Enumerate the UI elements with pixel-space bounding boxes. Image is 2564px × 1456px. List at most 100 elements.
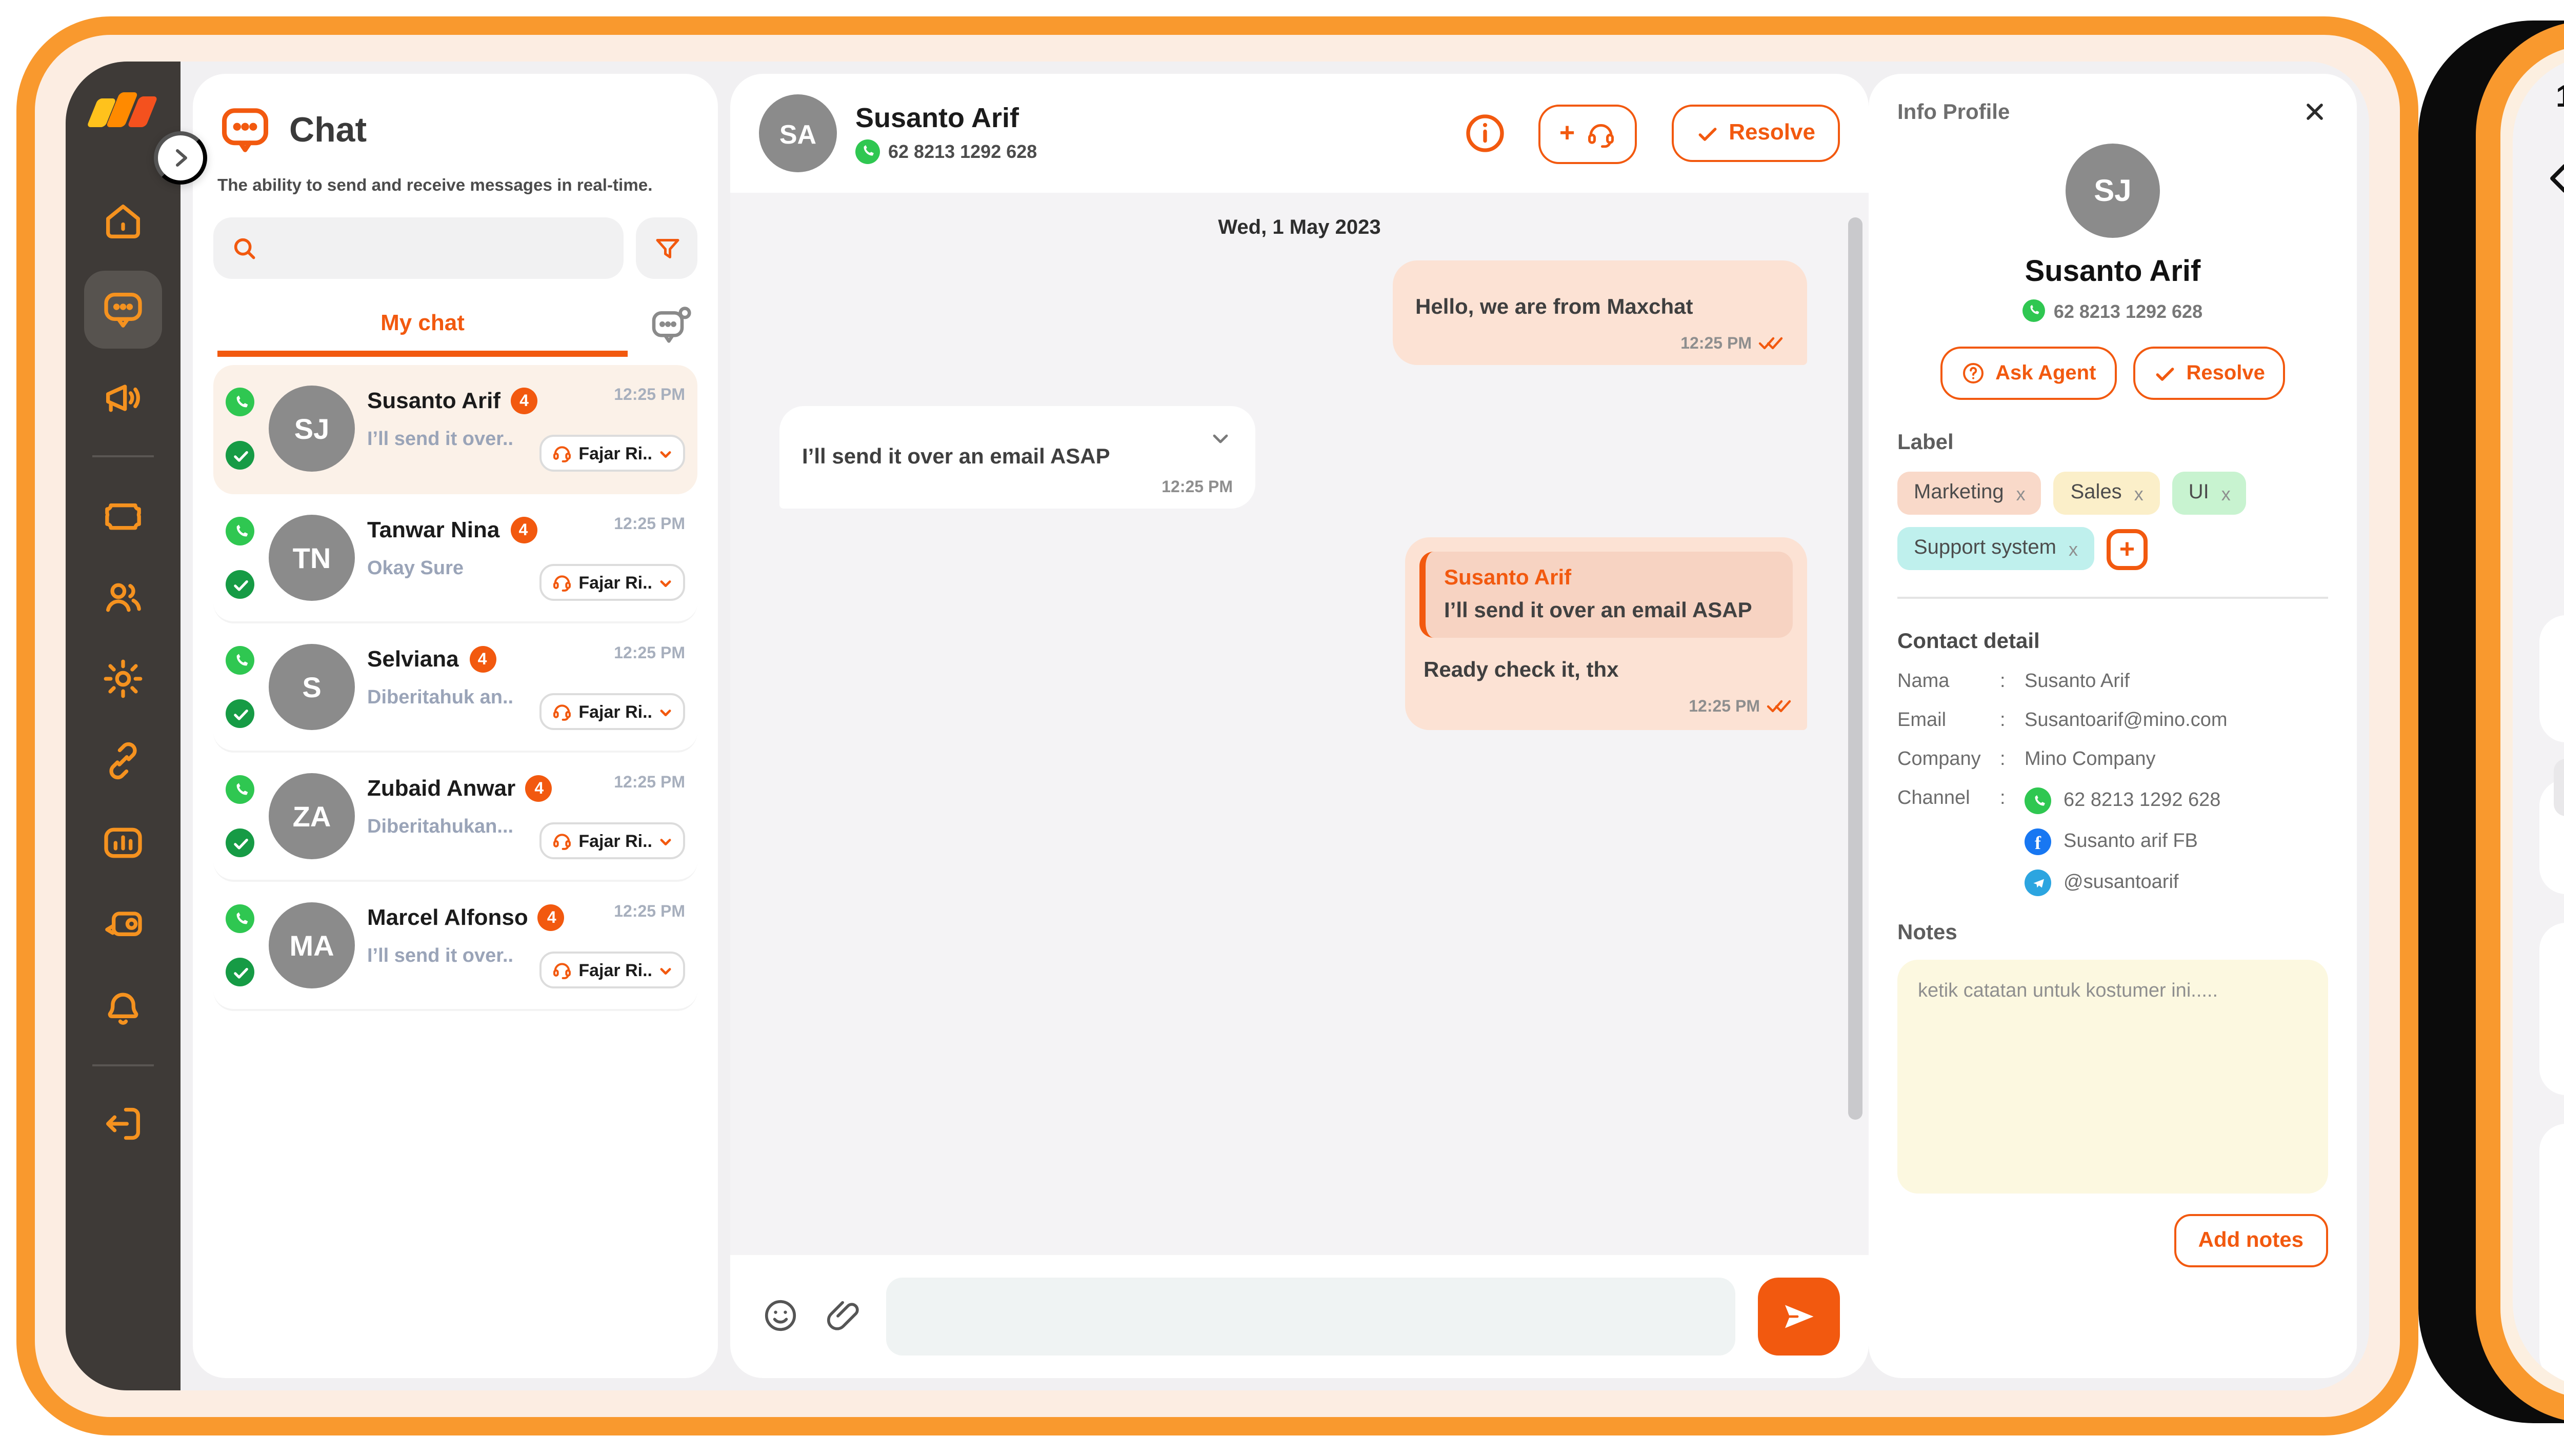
resolved-check-icon	[226, 958, 254, 986]
quoted-message: Susanto Arif I’ll send it over an email …	[1419, 552, 1793, 638]
whatsapp-icon	[2023, 299, 2046, 322]
outgoing-reply-message: Susanto Arif I’ll send it over an email …	[1405, 538, 1807, 731]
tag-marketing[interactable]: Marketingx	[1897, 472, 2042, 515]
field-label: Nama	[1897, 671, 2000, 693]
contacts-icon[interactable]	[98, 572, 148, 621]
resolve-label: Resolve	[1729, 121, 1815, 146]
contact-name: Zubaid Anwar	[367, 776, 515, 801]
emoji-button[interactable]	[759, 1296, 800, 1337]
filter-button[interactable]	[636, 217, 697, 279]
date-divider: Wed, 1 May 2023	[767, 217, 1832, 240]
remove-tag-icon[interactable]: x	[2221, 483, 2231, 503]
conversation-panel: SA Susanto Arif 62 8213 1292 628	[730, 74, 1869, 1378]
status-date-card: Mar 1, 2023	[2539, 779, 2564, 894]
panel-title: Chat	[289, 110, 367, 151]
incoming-message: I’ll send it over an email ASAP 12:25 PM	[779, 407, 1255, 509]
agent-select[interactable]: Fajar Ri..	[539, 822, 685, 859]
add-label-button[interactable]: +	[2107, 528, 2148, 569]
integrations-link-icon[interactable]	[98, 736, 148, 785]
info-button[interactable]	[1463, 111, 1508, 156]
logout-icon[interactable]	[98, 1099, 148, 1148]
sidebar-collapse-button[interactable]	[154, 131, 207, 185]
contact-phone: 62 8213 1292 628	[2054, 300, 2202, 321]
back-icon[interactable]	[2539, 160, 2564, 201]
settings-icon[interactable]	[98, 654, 148, 703]
whatsapp-channel-icon	[226, 904, 254, 933]
whatsapp-icon	[2025, 787, 2051, 814]
desktop-app-frame: Chat The ability to send and receive mes…	[16, 16, 2418, 1435]
notes-heading: Notes	[1897, 921, 2328, 945]
channel-facebook: f Susanto arif FB	[2025, 828, 2328, 855]
chat-icon[interactable]	[84, 271, 162, 349]
field-label: Email	[1897, 710, 2000, 732]
unread-badge: 4	[510, 517, 536, 543]
audio-call-button[interactable]: Audio	[2539, 615, 2564, 742]
avatar: SJ	[269, 386, 355, 472]
ticket-icon[interactable]	[98, 490, 148, 539]
message-input[interactable]	[886, 1278, 1735, 1356]
resolve-button[interactable]: Resolve	[2133, 347, 2285, 400]
agent-select[interactable]: Fajar Ri..	[539, 564, 685, 601]
message-preview: Okay Sure	[367, 558, 527, 582]
send-button[interactable]	[1758, 1278, 1840, 1356]
panel-subtitle: The ability to send and receive messages…	[217, 174, 693, 195]
tab-my-chat[interactable]: My chat	[217, 312, 628, 357]
chat-list-item-selviana[interactable]: S Selviana 4 Diberitahuk an.. 12:25 PM	[213, 623, 697, 753]
tag-sales[interactable]: Salesx	[2054, 472, 2160, 515]
tag-ui[interactable]: UIx	[2172, 472, 2247, 515]
tag-support-system[interactable]: Support system x	[1897, 527, 2094, 570]
analytics-icon[interactable]	[98, 818, 148, 867]
headset-icon	[552, 960, 572, 980]
social-icons: f X	[2539, 539, 2564, 574]
contact-name: Tanwar Nina	[367, 518, 499, 542]
remove-tag-icon[interactable]: x	[2016, 483, 2026, 503]
chat-list-item-tanwar[interactable]: TN Tanwar Nina 4 Okay Sure 12:25 PM	[213, 494, 697, 623]
remove-tag-icon[interactable]: x	[2134, 483, 2144, 503]
agent-select[interactable]: Fajar Ri..	[539, 952, 685, 988]
whatsapp-icon	[855, 139, 880, 164]
device-sync-icon[interactable]	[98, 900, 148, 949]
agent-select[interactable]: Fajar Ri..	[539, 693, 685, 730]
chat-bubble-icon	[217, 103, 273, 158]
resolved-check-icon	[226, 441, 254, 470]
chat-list-item-susanto[interactable]: SJ Susanto Arif 4 I’ll send it over.. 12…	[213, 365, 697, 494]
tag-label: Support system	[1914, 537, 2056, 560]
field-value: Susantoarif@mino.com	[2025, 710, 2328, 732]
settings-card: Notifications Chat theme Save	[2539, 1124, 2564, 1382]
info-profile-panel: Info Profile SJ Susanto Arif 62 8213 129…	[1869, 74, 2357, 1378]
message-time: 12:25 PM	[1689, 697, 1760, 715]
double-check-icon	[1766, 696, 1793, 716]
resolve-button[interactable]: Resolve	[1671, 105, 1840, 162]
headset-icon	[552, 831, 572, 851]
message-menu-chevron-icon[interactable]	[1208, 427, 1233, 452]
message-preview: Diberitahukan...	[367, 816, 527, 841]
channel-value: Susanto arif FB	[2064, 831, 2198, 853]
whatsapp-channel-icon	[226, 517, 254, 545]
chat-list-item-marcel[interactable]: MA Marcel Alfonso 4 I’ll send it over.. …	[213, 882, 697, 1011]
remove-tag-icon[interactable]: x	[2069, 538, 2078, 559]
question-icon	[1960, 361, 1985, 386]
close-icon[interactable]	[2299, 98, 2328, 127]
search-input[interactable]	[213, 217, 624, 279]
new-chat-icon[interactable]	[648, 304, 693, 349]
attachment-button[interactable]	[823, 1296, 864, 1337]
field-value: Mino Company	[2025, 749, 2328, 771]
message-time: 12:25 PM	[1680, 334, 1752, 352]
message-preview: Diberitahuk an..	[367, 687, 527, 712]
avatar: S	[269, 644, 355, 730]
notes-textarea[interactable]	[1897, 960, 2328, 1194]
add-agent-button[interactable]: +	[1539, 104, 1636, 163]
broadcast-icon[interactable]	[98, 373, 148, 422]
ask-agent-button[interactable]: Ask Agent	[1940, 347, 2116, 400]
add-notes-button[interactable]: Add notes	[2174, 1214, 2328, 1267]
notifications-icon[interactable]	[98, 982, 148, 1032]
home-icon[interactable]	[98, 197, 148, 246]
chat-list-item-zubaid[interactable]: ZA Zubaid Anwar 4 Diberitahukan... 12:25…	[213, 753, 697, 882]
resolved-check-icon	[226, 828, 254, 857]
quote-text: I’ll send it over an email ASAP	[1444, 599, 1774, 624]
avatar: ZA	[269, 773, 355, 859]
divider	[1897, 597, 2328, 599]
scrollbar[interactable]	[1848, 217, 1862, 1120]
agent-select[interactable]: Fajar Ri..	[539, 435, 685, 472]
timestamp: 12:25 PM	[614, 386, 685, 404]
